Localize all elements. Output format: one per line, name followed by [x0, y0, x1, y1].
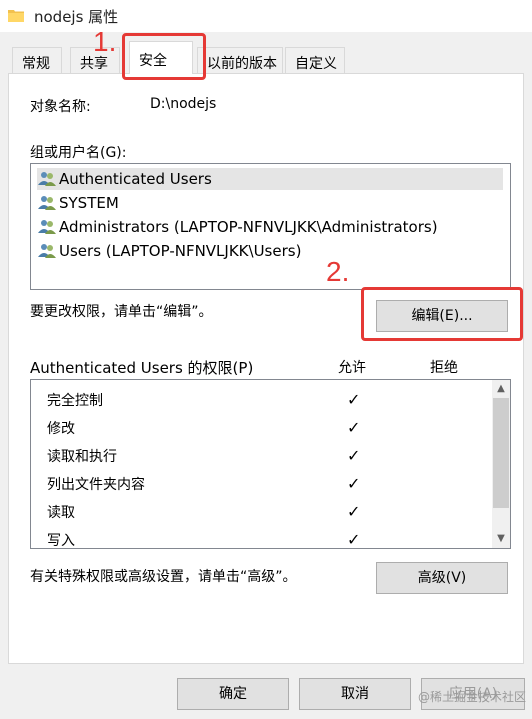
- group-name: Administrators (LAPTOP-NFNVLJKK\Administ…: [59, 218, 438, 236]
- group-name: SYSTEM: [59, 194, 119, 212]
- ok-button[interactable]: 确定: [177, 678, 289, 710]
- permission-name: 读取: [47, 505, 75, 521]
- folder-icon: [8, 10, 24, 22]
- permission-name: 写入: [47, 533, 75, 549]
- permission-name: 修改: [47, 421, 75, 437]
- permission-row: 完全控制 ✓: [31, 385, 491, 413]
- users-icon: [38, 220, 56, 234]
- permission-name: 列出文件夹内容: [47, 477, 145, 493]
- allow-check-icon: ✓: [347, 530, 361, 549]
- step2-number: 2.: [326, 256, 350, 287]
- group-name: Authenticated Users: [59, 170, 212, 188]
- title-bar: nodejs 属性: [0, 0, 532, 32]
- cancel-button[interactable]: 取消: [299, 678, 411, 710]
- list-item[interactable]: Administrators (LAPTOP-NFNVLJKK\Administ…: [37, 216, 503, 238]
- deny-header: 拒绝: [430, 360, 458, 376]
- tab-general[interactable]: 常规: [12, 47, 62, 73]
- permission-row: 写入 ✓: [31, 525, 491, 549]
- scroll-down-icon[interactable]: ▼: [492, 530, 510, 548]
- list-item[interactable]: Users (LAPTOP-NFNVLJKK\Users): [37, 240, 503, 262]
- permission-name: 完全控制: [47, 393, 103, 409]
- list-item[interactable]: Authenticated Users: [37, 168, 503, 190]
- watermark: @稀土掘金技术社区: [418, 690, 527, 704]
- allow-check-icon: ✓: [347, 502, 361, 521]
- object-name-value: D:\nodejs: [150, 96, 217, 112]
- permission-row: 读取 ✓: [31, 497, 491, 525]
- permission-row: 列出文件夹内容 ✓: [31, 469, 491, 497]
- object-name-label: 对象名称:: [30, 99, 91, 115]
- allow-header: 允许: [338, 360, 366, 376]
- users-icon: [38, 244, 56, 258]
- tab-previous-versions[interactable]: 以前的版本: [197, 47, 283, 73]
- advanced-hint: 有关特殊权限或高级设置，请单击“高级”。: [30, 569, 297, 585]
- allow-check-icon: ✓: [347, 418, 361, 437]
- step1-highlight: [122, 33, 206, 80]
- window-title: nodejs 属性: [34, 8, 119, 26]
- permission-name: 读取和执行: [47, 449, 117, 465]
- scrollbar[interactable]: ▲ ▼: [492, 380, 510, 548]
- group-name: Users (LAPTOP-NFNVLJKK\Users): [59, 242, 302, 260]
- scroll-thumb[interactable]: [493, 398, 509, 508]
- users-icon: [38, 172, 56, 186]
- groups-listbox[interactable]: Authenticated Users SYSTEM Administrator…: [30, 163, 511, 290]
- change-permission-hint: 要更改权限，请单击“编辑”。: [30, 304, 213, 320]
- scroll-up-icon[interactable]: ▲: [492, 380, 510, 398]
- allow-check-icon: ✓: [347, 446, 361, 465]
- step1-number: 1.: [93, 26, 117, 57]
- allow-check-icon: ✓: [347, 390, 361, 409]
- list-item[interactable]: SYSTEM: [37, 192, 503, 214]
- permission-row: 读取和执行 ✓: [31, 441, 491, 469]
- permission-row: 修改 ✓: [31, 413, 491, 441]
- tab-customize[interactable]: 自定义: [285, 47, 345, 73]
- allow-check-icon: ✓: [347, 474, 361, 493]
- users-icon: [38, 196, 56, 210]
- permissions-list[interactable]: 完全控制 ✓ 修改 ✓ 读取和执行 ✓ 列出文件夹内容 ✓ 读取 ✓ 写入 ✓ …: [30, 379, 511, 549]
- permissions-label: Authenticated Users 的权限(P): [30, 359, 254, 377]
- groups-label: 组或用户名(G):: [30, 145, 127, 161]
- advanced-button[interactable]: 高级(V): [376, 562, 508, 594]
- step2-highlight: [361, 287, 523, 341]
